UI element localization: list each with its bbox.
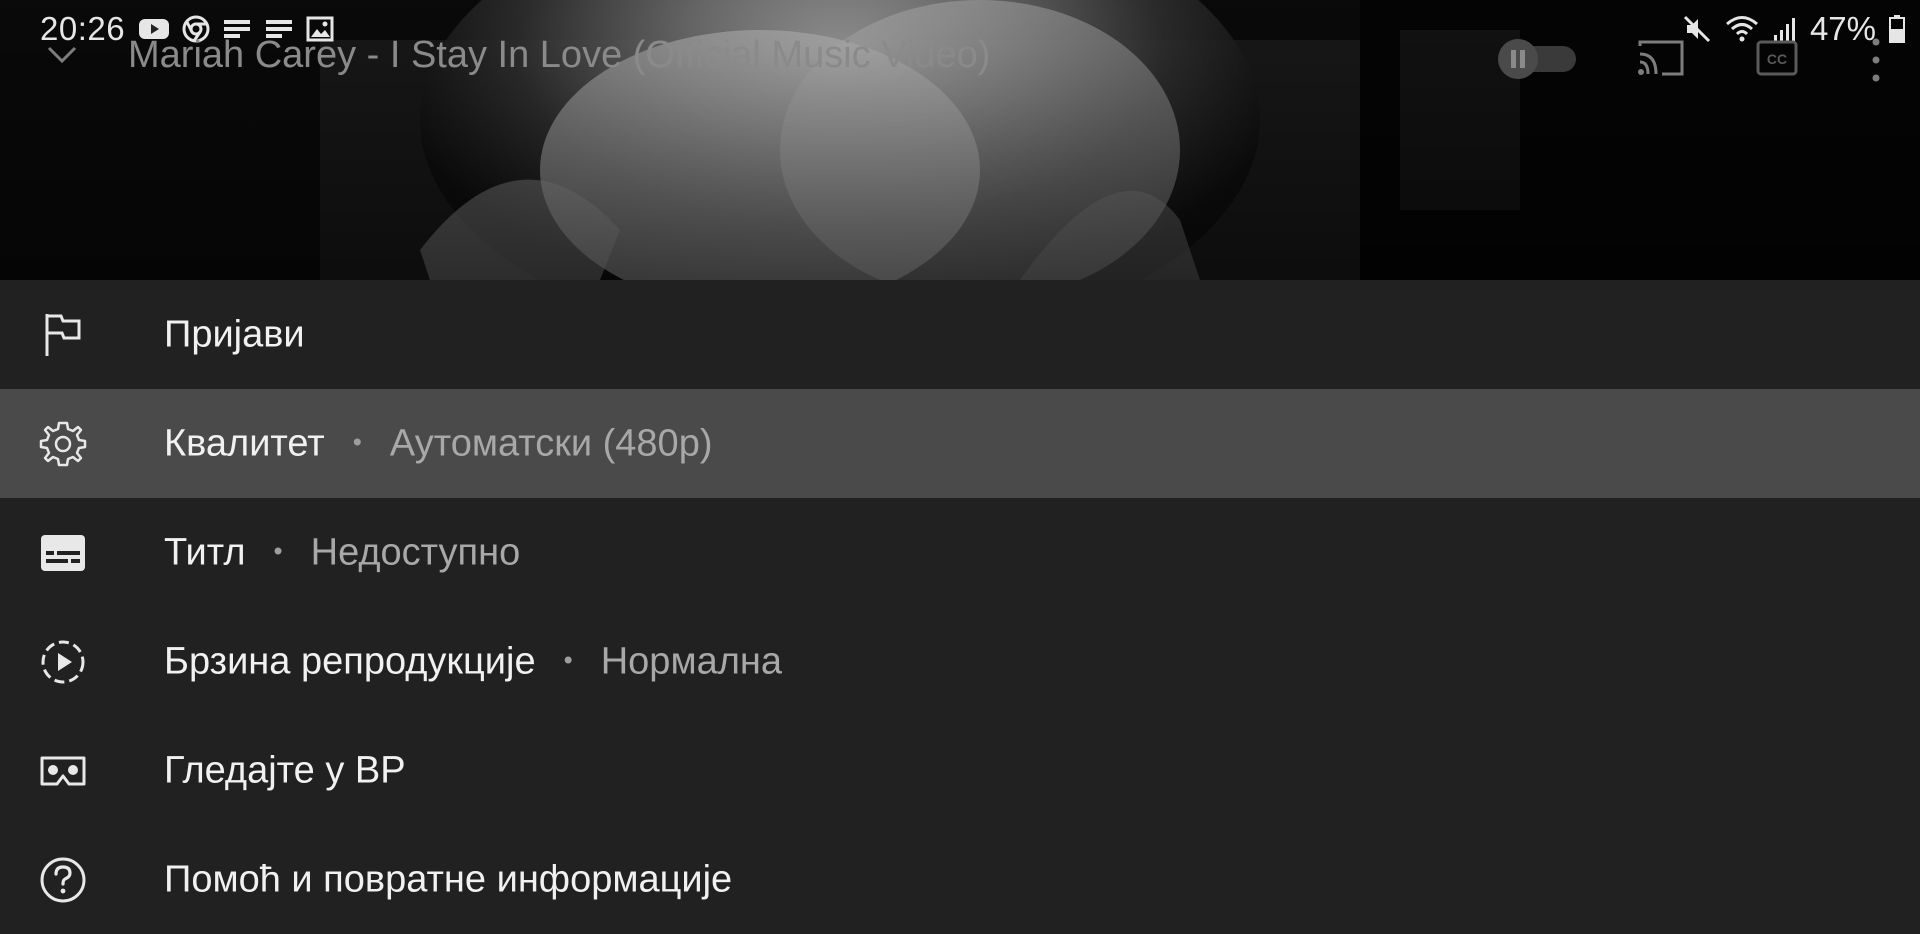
menu-item-report[interactable]: Пријави (0, 280, 1920, 389)
menu-item-playback-speed[interactable]: Брзина репродукције • Нормална (0, 607, 1920, 716)
cc-icon[interactable]: CC (1756, 40, 1798, 76)
playback-speed-icon (38, 637, 88, 687)
separator-dot: • (273, 535, 283, 565)
cast-icon[interactable] (1636, 38, 1686, 78)
video-title: Mariah Carey - I Stay In Love (Official … (128, 34, 991, 76)
menu-item-watch-vr[interactable]: Гледајте у ВР (0, 716, 1920, 825)
menu-item-label: Квалитет (164, 422, 325, 464)
menu-item-label: Титл (164, 531, 246, 573)
menu-item-label: Гледајте у ВР (164, 749, 406, 791)
menu-item-label: Помоћ и повратне информације (164, 858, 733, 900)
menu-item-quality[interactable]: Квалитет • Аутоматски (480p) (0, 389, 1920, 498)
video-player[interactable]: 20:26 47% Mariah Carey - I Stay In Love … (0, 0, 1920, 280)
pause-toggle[interactable] (1496, 38, 1580, 80)
svg-text:CC: CC (1767, 51, 1787, 67)
player-top-bar: Mariah Carey - I Stay In Love (Official … (0, 20, 1920, 100)
separator-dot: • (563, 644, 573, 674)
vr-icon (38, 746, 88, 796)
menu-item-value: Недоступно (310, 531, 521, 573)
subtitles-icon (38, 528, 88, 578)
menu-item-help-feedback[interactable]: Помоћ и повратне информације (0, 825, 1920, 934)
menu-item-label: Брзина репродукције (164, 640, 536, 682)
separator-dot: • (352, 426, 362, 456)
gear-icon (38, 419, 88, 469)
help-icon (38, 855, 88, 905)
menu-item-value: Нормална (600, 640, 782, 682)
more-options-icon[interactable] (1864, 34, 1888, 86)
chevron-down-icon[interactable] (44, 36, 80, 72)
menu-item-value: Аутоматски (480p) (389, 422, 713, 464)
menu-item-captions[interactable]: Титл • Недоступно (0, 498, 1920, 607)
menu-item-label: Пријави (164, 313, 305, 355)
player-options-menu: Пријави Квалитет • Аутоматски (480p) Тит… (0, 280, 1920, 934)
flag-icon (38, 310, 88, 360)
